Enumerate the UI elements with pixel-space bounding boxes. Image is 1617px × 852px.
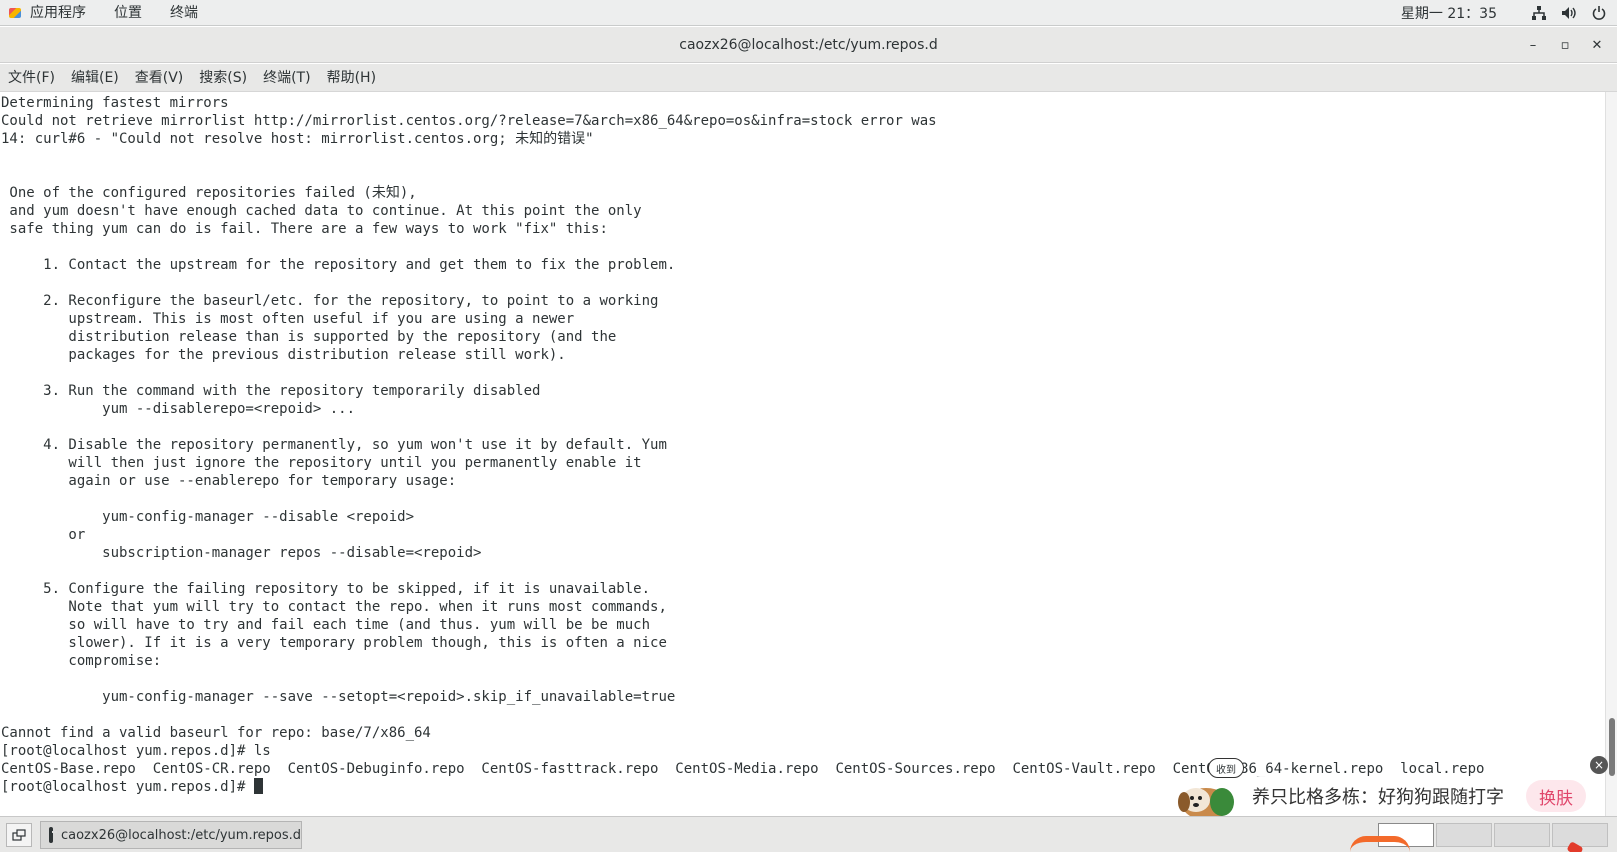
close-popup-icon[interactable]: ×	[1590, 756, 1608, 774]
beagle-mascot-icon	[1178, 788, 1234, 820]
clock[interactable]: 星期一 21：35	[1401, 3, 1497, 23]
menu-view[interactable]: 查看(V)	[127, 64, 192, 92]
show-desktop-button[interactable]	[6, 823, 32, 847]
menu-help[interactable]: 帮助(H)	[319, 64, 384, 92]
terminal-line: yum-config-manager --save --setopt=<repo…	[1, 689, 676, 705]
workspace-3[interactable]	[1494, 823, 1550, 847]
terminal-line: [root@localhost yum.repos.d]# ls	[1, 743, 271, 759]
terminal-line: upstream. This is most often useful if y…	[1, 311, 575, 327]
menu-terminal[interactable]: 终端(T)	[255, 64, 318, 92]
terminal-line: and yum doesn't have enough cached data …	[1, 203, 642, 219]
terminal-line: yum-config-manager --disable <repoid>	[1, 509, 415, 525]
terminal-line: 1. Contact the upstream for the reposito…	[1, 257, 676, 273]
ime-message-bubble: 养只比格多栋：好狗狗跟随打字 换肤	[1240, 776, 1590, 816]
terminal-line: 3. Run the command with the repository t…	[1, 383, 541, 399]
taskbar-window-label: caozx26@localhost:/etc/yum.repos.d	[60, 827, 301, 843]
terminal-line: Note that yum will try to contact the re…	[1, 599, 667, 615]
minimize-button[interactable]: –	[1517, 27, 1549, 63]
workspace-2[interactable]	[1436, 823, 1492, 847]
menu-file[interactable]: 文件(F)	[0, 64, 63, 92]
applications-icon	[8, 6, 22, 20]
terminal-line: 14: curl#6 - "Could not resolve host: mi…	[1, 131, 594, 147]
terminal-line: Determining fastest mirrors	[1, 95, 229, 111]
menu-edit[interactable]: 编辑(E)	[63, 64, 127, 92]
scrollbar-thumb[interactable]	[1609, 718, 1615, 776]
terminal-line: compromise:	[1, 653, 162, 669]
places-menu[interactable]: 位置	[100, 0, 156, 26]
terminal-output[interactable]: Determining fastest mirrors Could not ret…	[0, 92, 1605, 816]
prompt-text: [root@localhost yum.repos.d]#	[1, 779, 254, 795]
terminal-line: distribution release than is supported b…	[1, 329, 617, 345]
mascot-speech-bubble: 收到	[1208, 758, 1244, 778]
terminal-line: so will have to try and fail each time (…	[1, 617, 651, 633]
taskbar-terminal-window[interactable]: caozx26@localhost:/etc/yum.repos.d	[40, 821, 302, 849]
terminal-menubar: 文件(F) 编辑(E) 查看(V) 搜索(S) 终端(T) 帮助(H)	[0, 64, 1617, 92]
show-desktop-icon	[12, 829, 26, 841]
power-icon[interactable]	[1591, 5, 1607, 21]
terminal-line: 2. Reconfigure the baseurl/etc. for the …	[1, 293, 659, 309]
workspace-4[interactable]	[1552, 823, 1608, 847]
close-button[interactable]: ✕	[1581, 27, 1613, 63]
terminal-line: or	[1, 527, 86, 543]
terminal-line: again or use --enablerepo for temporary …	[1, 473, 457, 489]
menu-search[interactable]: 搜索(S)	[191, 64, 255, 92]
text-cursor	[253, 778, 263, 794]
window-title: caozx26@localhost:/etc/yum.repos.d	[679, 37, 938, 53]
terminal-line: yum --disablerepo=<repoid> ...	[1, 401, 356, 417]
network-icon[interactable]	[1531, 5, 1547, 21]
terminal-line: will then just ignore the repository unt…	[1, 455, 642, 471]
terminal-app-menu[interactable]: 终端	[156, 0, 212, 26]
ime-message-text: 养只比格多栋：好狗狗跟随打字	[1252, 787, 1504, 808]
change-skin-button[interactable]: 换肤	[1526, 780, 1586, 812]
terminal-line: subscription-manager repos --disable=<re…	[1, 545, 482, 561]
terminal-line: Cannot find a valid baseurl for repo: ba…	[1, 725, 431, 741]
terminal-scrollbar[interactable]	[1605, 92, 1617, 816]
terminal-text: Determining fastest mirrors Could not ret…	[1, 94, 1484, 796]
maximize-button[interactable]: ▫	[1549, 27, 1581, 63]
terminal-icon	[49, 827, 57, 843]
decorative-orange-mark	[1350, 836, 1410, 852]
window-title-bar[interactable]: caozx26@localhost:/etc/yum.repos.d – ▫ ✕	[0, 27, 1617, 63]
terminal-line: safe thing yum can do is fail. There are…	[1, 221, 608, 237]
terminal-line: One of the configured repositories faile…	[1, 185, 417, 201]
applications-label: 应用程序	[30, 4, 86, 21]
volume-icon[interactable]	[1561, 5, 1577, 21]
ime-skin-notification[interactable]: 收到 养只比格多栋：好狗狗跟随打字 换肤	[1170, 758, 1600, 822]
applications-menu[interactable]: 应用程序	[0, 0, 100, 26]
terminal-line: slower). If it is a very temporary probl…	[1, 635, 667, 651]
terminal-line: 5. Configure the failing repository to b…	[1, 581, 651, 597]
terminal-line: Could not retrieve mirrorlist http://mir…	[1, 113, 937, 129]
terminal-line: 4. Disable the repository permanently, s…	[1, 437, 667, 453]
terminal-line: packages for the previous distribution r…	[1, 347, 566, 363]
system-top-bar: 应用程序 位置 终端 星期一 21：35	[0, 0, 1617, 26]
